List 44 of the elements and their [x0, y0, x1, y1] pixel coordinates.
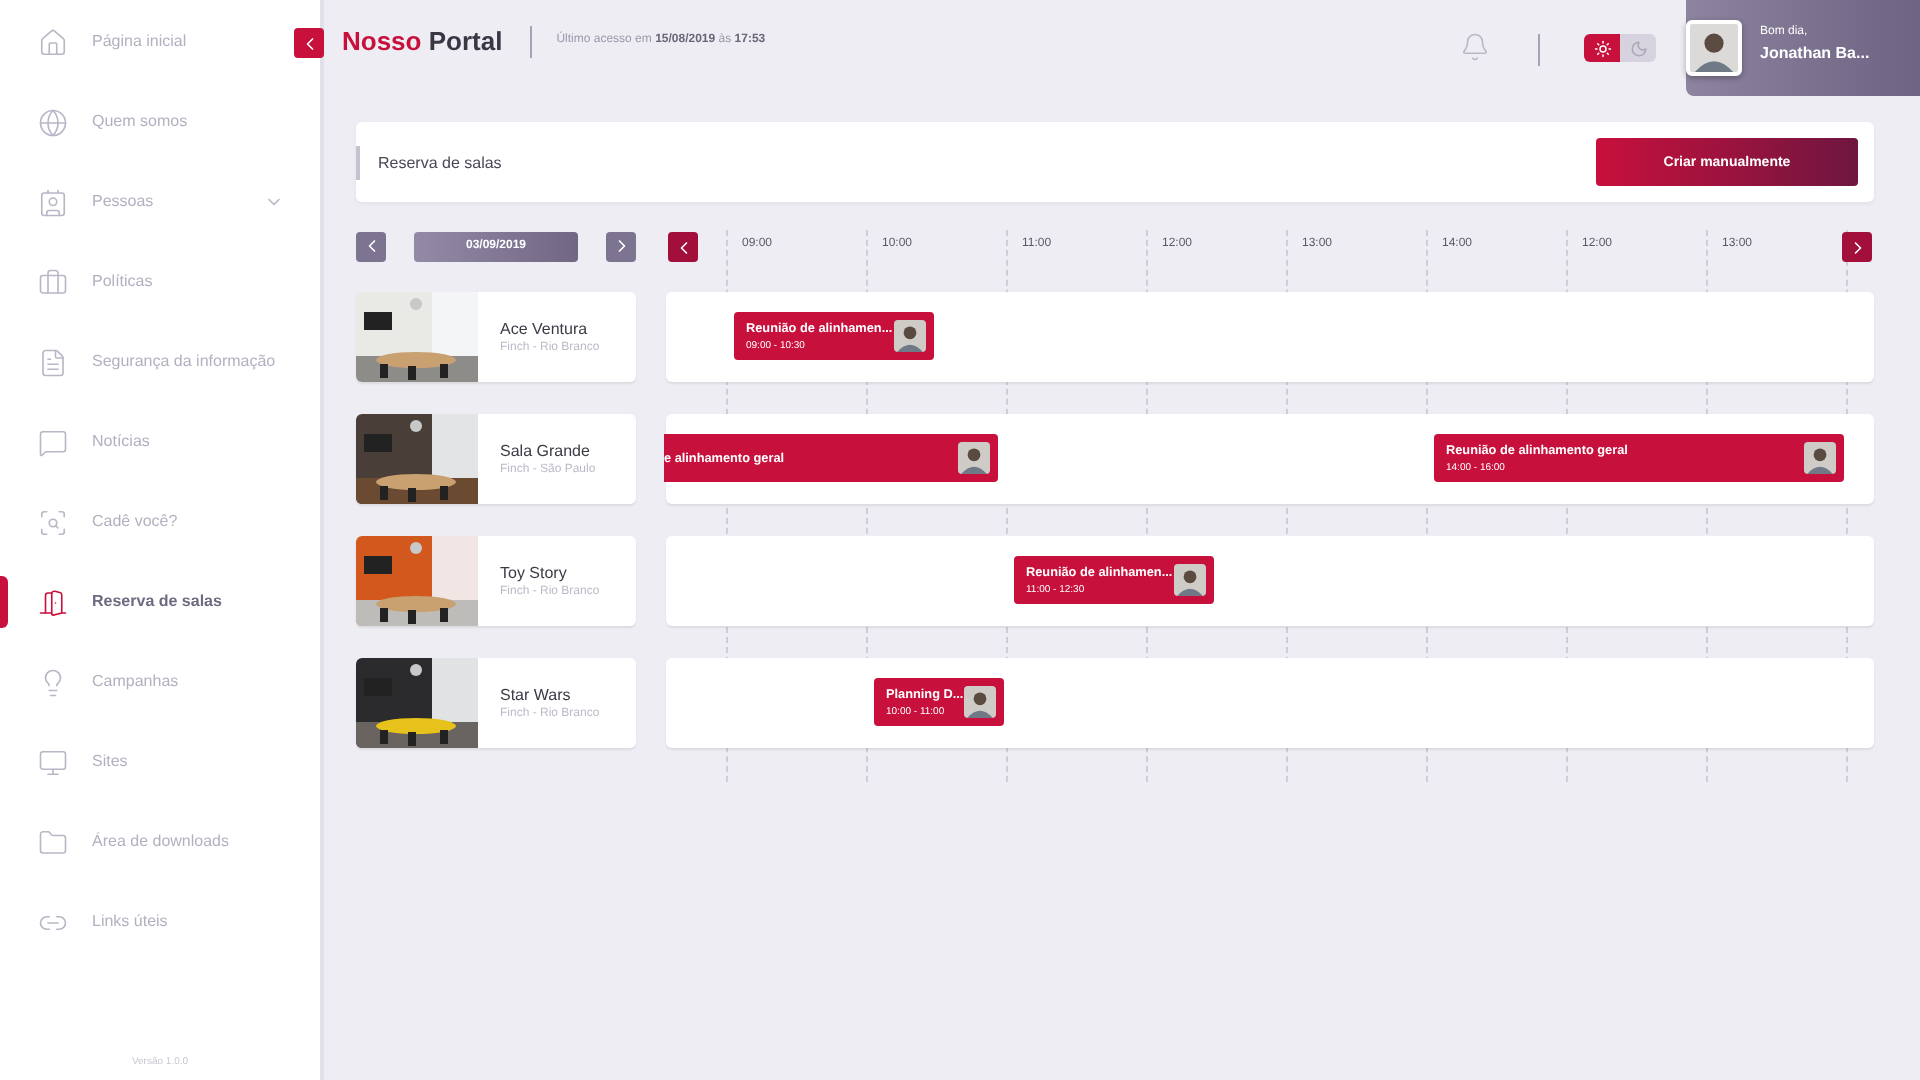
sidebar-item[interactable]: Segurança da informação — [0, 322, 320, 402]
avatar-icon — [894, 320, 926, 352]
door-icon — [38, 587, 68, 617]
sidebar-item[interactable]: Quem somos — [0, 82, 320, 162]
home-icon — [38, 27, 68, 57]
find-icon — [38, 507, 68, 537]
room-name: Sala Grande — [500, 442, 592, 460]
sidebar-item[interactable]: Pessoas — [0, 162, 320, 242]
sidebar-item[interactable]: Área de downloads — [0, 802, 320, 882]
sidebar-item[interactable]: Políticas — [0, 242, 320, 322]
scroll-left-button[interactable] — [668, 232, 698, 262]
people-icon — [38, 187, 68, 217]
room-name: Toy Story — [500, 564, 569, 582]
previous-day-button[interactable] — [356, 231, 386, 261]
user-name: Jonathan Ba... — [1760, 44, 1870, 62]
document-icon — [38, 347, 68, 377]
next-day-button[interactable] — [606, 231, 636, 261]
room-name: Star Wars — [500, 686, 573, 704]
avatar-icon[interactable] — [1686, 20, 1742, 76]
sidebar-item[interactable]: Página inicial — [0, 2, 320, 82]
chat-icon — [38, 427, 68, 457]
light-theme-button[interactable] — [1584, 34, 1620, 62]
collapse-button[interactable] — [294, 28, 324, 58]
sun-icon — [1593, 39, 1611, 57]
folder-icon — [38, 827, 68, 857]
moon-icon — [1629, 39, 1647, 57]
monitor-icon — [38, 747, 68, 777]
sidebar-item[interactable]: Links úteis — [0, 882, 320, 962]
scroll-right-button[interactable] — [1842, 232, 1872, 262]
sidebar-item[interactable]: Notícias — [0, 402, 320, 482]
avatar-icon — [1804, 442, 1836, 474]
avatar-icon — [1174, 564, 1206, 596]
sidebar-item[interactable]: Sites — [0, 722, 320, 802]
avatar-icon — [964, 686, 996, 718]
sidebar-item[interactable]: Campanhas — [0, 642, 320, 722]
sidebar-item[interactable]: Cadê você? — [0, 482, 320, 562]
globe-icon — [38, 107, 68, 137]
room-name: Ace Ventura — [500, 320, 590, 338]
avatar-icon — [958, 442, 990, 474]
active-indicator — [0, 576, 8, 628]
briefcase-icon — [38, 267, 68, 297]
sidebar-item[interactable]: Reserva de salas — [0, 562, 320, 642]
page-title: Reserva de salas — [356, 145, 502, 179]
brand-title: Nosso Portal — [342, 26, 503, 56]
